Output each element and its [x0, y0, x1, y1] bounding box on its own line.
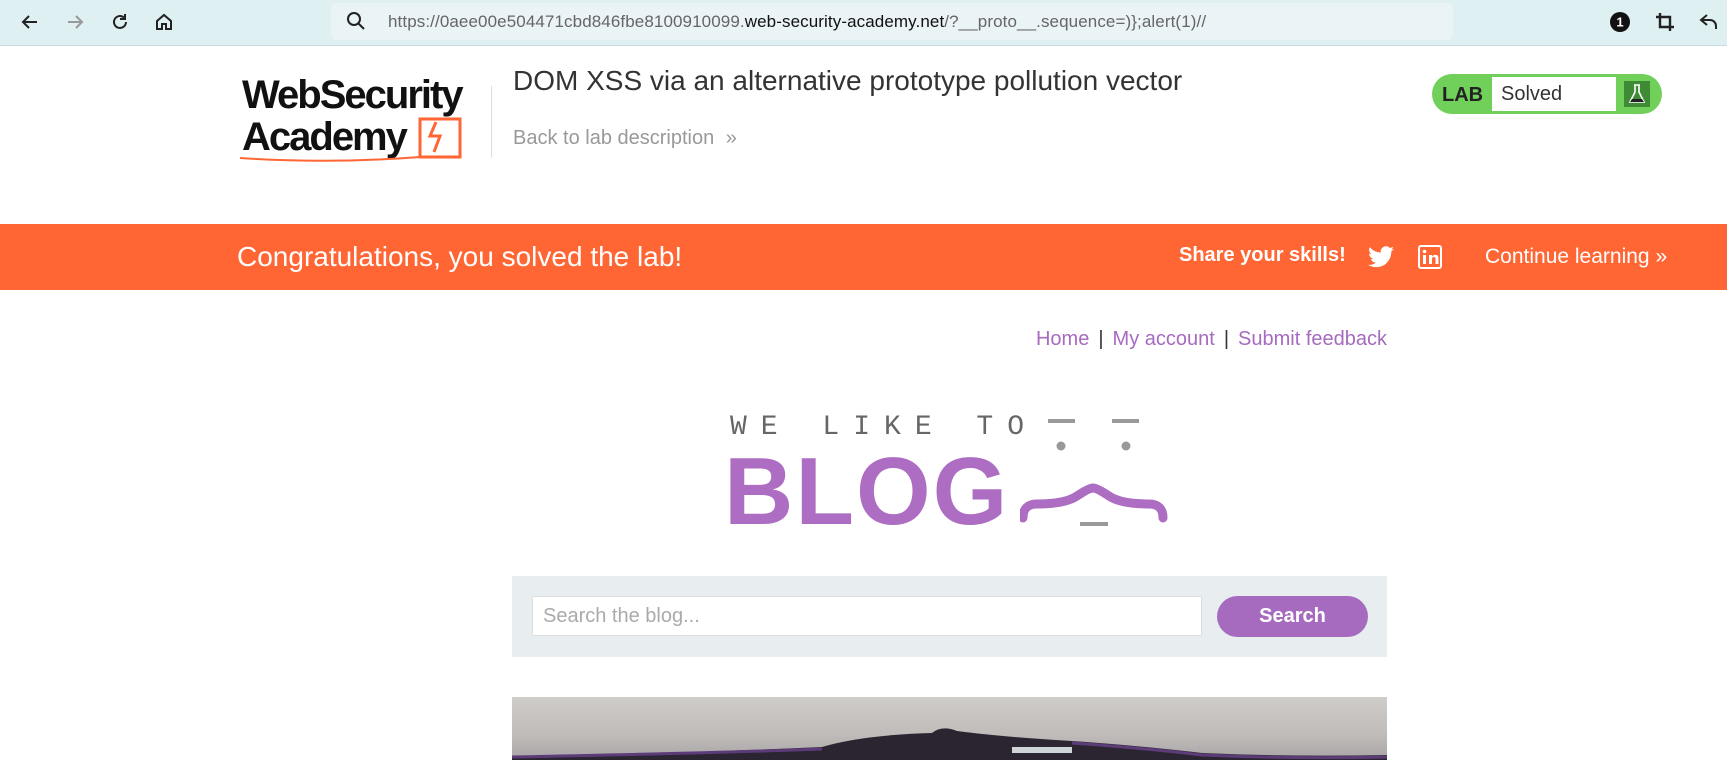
flask-icon: [1624, 81, 1650, 112]
lab-label: LAB: [1442, 84, 1484, 106]
blog-post-image[interactable]: [512, 697, 1387, 760]
notification-icon[interactable]: 1: [1604, 6, 1636, 38]
url-text: https://0aee00e504471cbd846fbe8100910099…: [388, 12, 1207, 31]
svg-text:Academy: Academy: [242, 115, 409, 159]
lab-title: DOM XSS via an alternative prototype pol…: [513, 65, 1183, 96]
blog-face-logo: [1018, 412, 1170, 537]
nav-home[interactable]: Home: [1036, 328, 1089, 350]
congratulations-message: Congratulations, you solved the lab!: [237, 241, 683, 272]
nav-separator: |: [1098, 328, 1104, 350]
back-link-label: Back to lab description: [513, 127, 715, 149]
chevron-right-double-icon: »: [1655, 245, 1668, 268]
back-to-lab-link[interactable]: Back to lab description »: [513, 127, 737, 150]
nav-submit-feedback[interactable]: Submit feedback: [1238, 328, 1387, 350]
share-label: Share your skills!: [1179, 244, 1346, 266]
linkedin-icon[interactable]: [1418, 245, 1442, 274]
twitter-icon[interactable]: [1368, 246, 1394, 273]
back-arrow-icon[interactable]: [14, 6, 46, 38]
forward-arrow-icon[interactable]: [59, 6, 91, 38]
blog-nav: Home | My account | Submit feedback: [1036, 328, 1387, 351]
blog-title: BLOG: [724, 438, 1010, 545]
nav-separator: |: [1223, 328, 1230, 350]
continue-learning-link[interactable]: Continue learning »: [1485, 245, 1667, 269]
search-icon: [346, 11, 366, 36]
continue-learning-label: Continue learning: [1485, 245, 1650, 268]
home-icon[interactable]: [148, 6, 180, 38]
crop-icon[interactable]: [1649, 6, 1681, 38]
solved-banner: Congratulations, you solved the lab! Sha…: [0, 224, 1727, 290]
lab-status: Solved: [1492, 77, 1616, 111]
address-bar[interactable]: https://0aee00e504471cbd846fbe8100910099…: [331, 3, 1453, 40]
browser-toolbar: https://0aee00e504471cbd846fbe8100910099…: [0, 0, 1727, 46]
web-security-academy-logo[interactable]: WebSecurity Academy: [239, 70, 490, 166]
undo-icon[interactable]: [1693, 6, 1725, 38]
svg-text:1: 1: [1616, 15, 1623, 30]
search-input[interactable]: [532, 596, 1202, 636]
search-button[interactable]: Search: [1217, 596, 1368, 637]
reload-icon[interactable]: [104, 6, 136, 38]
header-divider: [491, 86, 492, 158]
search-panel: Search: [512, 576, 1387, 657]
nav-my-account[interactable]: My account: [1113, 328, 1215, 350]
chevron-right-double-icon: »: [725, 127, 737, 149]
svg-text:WebSecurity: WebSecurity: [242, 73, 464, 117]
lab-status-badge: LAB Solved: [1432, 74, 1662, 114]
